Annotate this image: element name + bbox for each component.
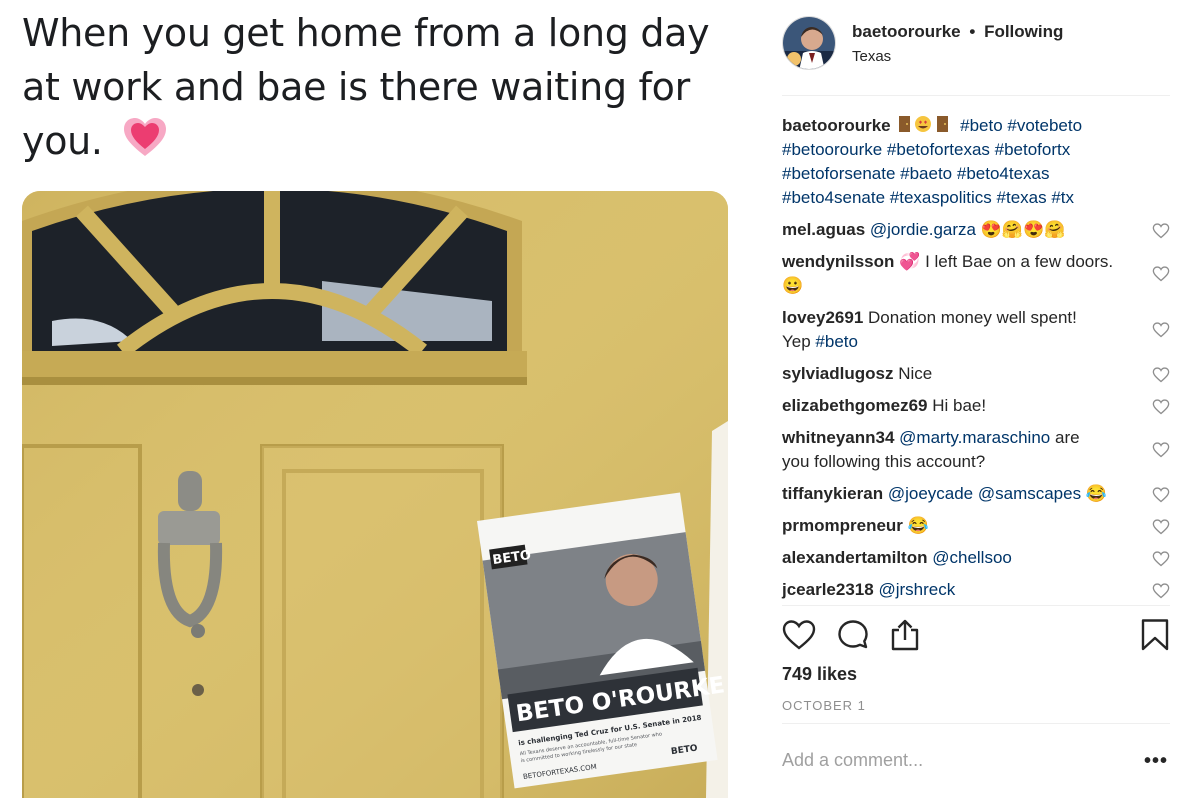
hashtag-link[interactable]: #betoforsenate #baeto #beto4texas <box>782 164 1050 183</box>
speech-bubble-icon[interactable] <box>836 618 870 652</box>
owner-caption-comment: baetoorourke #beto #votebeto #betoorourk… <box>782 114 1170 210</box>
comment-mention[interactable]: @jrshreck <box>878 580 955 599</box>
comment-row: wendynilsson 💞 I left Bae on a few doors… <box>782 250 1170 298</box>
comment-like-icon[interactable] <box>1152 583 1170 599</box>
comment-username[interactable]: alexandertamilton <box>782 548 928 567</box>
comment-like-icon[interactable] <box>1152 266 1170 282</box>
avatar[interactable] <box>782 16 836 70</box>
comment-like-icon[interactable] <box>1152 487 1170 503</box>
comment-mention[interactable]: @marty.maraschino <box>899 428 1050 447</box>
comment-text: I left Bae on a few doors. <box>925 252 1114 271</box>
comment-username[interactable]: sylviadlugosz <box>782 364 893 383</box>
bookmark-icon[interactable] <box>1138 618 1172 652</box>
comment-username[interactable]: jcearle2318 <box>782 580 874 599</box>
comment-emoji: 😂 <box>1085 484 1108 503</box>
comment-emoji: 😀 <box>782 276 804 295</box>
comment-text: Yep <box>782 332 811 351</box>
comment-like-icon[interactable] <box>1152 399 1170 415</box>
emoji-sequence <box>895 116 960 135</box>
heart-outline-icon[interactable] <box>782 618 816 652</box>
comments-list: baetoorourke #beto #votebeto #betoorourk… <box>782 114 1170 610</box>
comment-like-icon[interactable] <box>1152 223 1170 239</box>
comment-text: Hi bae! <box>932 396 987 415</box>
add-comment-input[interactable]: Add a comment... <box>782 750 923 771</box>
post-caption: When you get home from a long day at wor… <box>22 6 722 172</box>
comment-row: elizabethgomez69 Hi bae! <box>782 394 1170 418</box>
comment-text: Nice <box>898 364 933 383</box>
comment-username[interactable]: lovey2691 <box>782 308 863 327</box>
comment-username[interactable]: elizabethgomez69 <box>782 396 928 415</box>
comment-like-icon[interactable] <box>1152 442 1170 458</box>
comment-row: jcearle2318 @jrshreck <box>782 578 1170 602</box>
post-header: baetoorourke • Following Texas <box>782 16 1170 96</box>
owner-username[interactable]: baetoorourke <box>852 22 961 41</box>
comment-text: are <box>1054 428 1080 447</box>
comment-like-icon[interactable] <box>1152 519 1170 535</box>
comment-text: you following this account? <box>782 452 986 471</box>
post-photo: BETO BETO O'ROURKE is challenging Ted Cr… <box>22 191 728 798</box>
hashtag-link[interactable]: #beto #votebeto <box>960 116 1082 135</box>
comment-row: prmompreneur 😂 <box>782 514 1170 538</box>
follow-status-button[interactable]: Following <box>984 22 1063 41</box>
post-date: OCTOBER 1 <box>782 698 866 713</box>
comment-like-icon[interactable] <box>1152 551 1170 567</box>
comment-username[interactable]: wendynilsson <box>782 252 894 271</box>
location-link[interactable]: Texas <box>852 48 891 65</box>
comment-username[interactable]: whitneyann34 <box>782 428 894 447</box>
caption-line: When you get home from a long day <box>22 11 710 55</box>
comment-like-icon[interactable] <box>1152 322 1170 338</box>
comment-like-icon[interactable] <box>1152 367 1170 383</box>
owner-line: baetoorourke • Following <box>852 22 1063 42</box>
comment-row: tiffanykieran @joeycade @samscapes 😂 <box>782 482 1170 506</box>
comment-emoji: 💞 <box>899 252 921 271</box>
hashtag-link[interactable]: #beto4senate #texaspolitics #texas #tx <box>782 188 1074 207</box>
comment-row: alexandertamilton @chellsoo <box>782 546 1170 570</box>
comment-username[interactable]: prmompreneur <box>782 516 903 535</box>
comments-divider <box>782 605 1170 606</box>
comment-emoji: 😍🤗😍🤗 <box>980 220 1066 239</box>
heart-emoji <box>122 116 168 172</box>
post-actions <box>782 618 1170 654</box>
separator-dot: • <box>969 22 976 41</box>
comment-mention[interactable]: @chellsoo <box>932 548 1012 567</box>
comment-username[interactable]: baetoorourke <box>782 116 891 135</box>
comment-row: sylviadlugosz Nice <box>782 362 1170 386</box>
caption-line: at work and bae is there waiting for <box>22 65 690 109</box>
comment-text: Donation money well spent! <box>868 308 1077 327</box>
caption-line-last: you. <box>22 114 722 172</box>
comment-row: lovey2691 Donation money well spent! Yep… <box>782 306 1170 354</box>
share-icon[interactable] <box>888 618 922 652</box>
comment-username[interactable]: mel.aguas <box>782 220 865 239</box>
comment-emoji: 😂 <box>907 516 929 535</box>
comment-row: whitneyann34 @marty.maraschino are you f… <box>782 426 1170 474</box>
likes-count[interactable]: 749 likes <box>782 664 857 685</box>
comment-mention[interactable]: @jordie.garza <box>870 220 976 239</box>
more-options-button[interactable]: ••• <box>1144 750 1168 773</box>
footer-divider <box>782 723 1170 724</box>
hashtag-link[interactable]: #betoorourke #betofortexas #betofortx <box>782 140 1070 159</box>
comment-row: mel.aguas @jordie.garza 😍🤗😍🤗 <box>782 218 1170 242</box>
comment-mention[interactable]: @joeycade @samscapes <box>888 484 1081 503</box>
hashtag-link[interactable]: #beto <box>815 332 858 351</box>
comment-username[interactable]: tiffanykieran <box>782 484 883 503</box>
